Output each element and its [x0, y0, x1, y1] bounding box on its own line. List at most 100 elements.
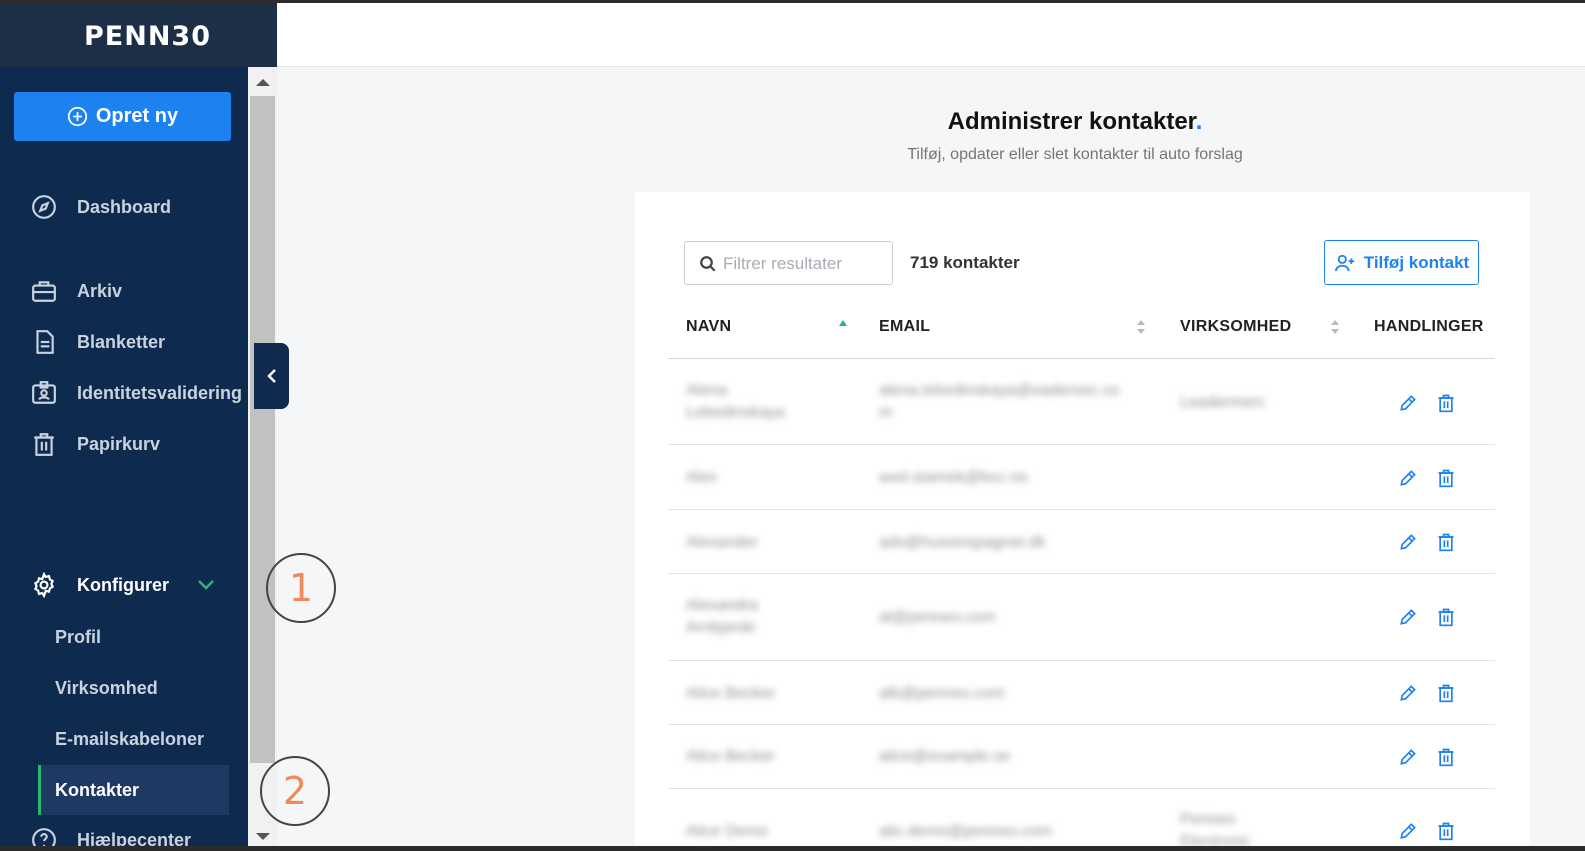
- contact-name-line: Alice Becker: [686, 685, 775, 702]
- sidebar-subitem-emailskabeloner[interactable]: E-mailskabeloner: [55, 721, 204, 757]
- contact-email-line: m: [879, 404, 893, 421]
- contact-email-cell: alb@penneo.com: [879, 683, 1005, 705]
- sort-ascending-icon[interactable]: [838, 319, 848, 333]
- contact-name-cell: Alice Demo: [686, 821, 768, 843]
- contact-name-cell: Alexander: [686, 532, 758, 554]
- create-new-label: Opret ny: [95, 105, 179, 127]
- penneo-logo[interactable]: PENN30: [84, 21, 211, 52]
- contact-email-line: alb@penneo.com: [879, 685, 1005, 702]
- sidebar-item-label: Papirkurv: [77, 433, 161, 454]
- sidebar-subitem-profil[interactable]: Profil: [55, 619, 101, 655]
- sidebar-item-konfigurer[interactable]: Konfigurer: [0, 565, 248, 605]
- row-divider: [668, 444, 1495, 445]
- plus-circle-icon: [67, 106, 87, 127]
- contact-name-line: Alexandra: [686, 597, 759, 614]
- contact-name-cell: Alexandra Arnbjarde: [686, 595, 758, 639]
- contact-name-cell: Alice Becker: [686, 746, 775, 768]
- sidebar-item-dashboard[interactable]: Dashboard: [0, 187, 248, 227]
- row-divider: [668, 660, 1495, 661]
- delete-trash-icon[interactable]: [1436, 393, 1456, 413]
- search-icon: [700, 256, 716, 272]
- contact-name-line: Alice Demo: [686, 823, 768, 840]
- contact-name-line: Alice Becker: [686, 748, 775, 765]
- sidebar: Opret ny Dashboard Arkiv Blanketter Iden…: [0, 0, 248, 851]
- callout-marker-1: 1: [266, 553, 336, 623]
- contact-email-line: alic.demo@penneo.com: [879, 823, 1052, 840]
- delete-trash-icon[interactable]: [1436, 821, 1456, 841]
- contact-name-cell: Alex: [686, 467, 717, 489]
- contact-email-cell: alice@example.se: [879, 746, 1010, 768]
- table-header-divider: [668, 358, 1495, 359]
- contact-name-line: Alexander: [686, 534, 759, 551]
- sidebar-item-label: Konfigurer: [77, 574, 169, 595]
- contact-email-line: ads@hussinspagnet.dk: [879, 534, 1046, 551]
- row-divider: [668, 724, 1495, 725]
- id-card-icon: [30, 379, 58, 407]
- sidebar-scrollbar-thumb[interactable]: [250, 96, 275, 763]
- contact-name-cell: Alice Becker: [686, 683, 775, 705]
- sidebar-item-arkiv[interactable]: Arkiv: [0, 271, 248, 311]
- edit-pencil-icon[interactable]: [1398, 747, 1418, 767]
- column-header-handlinger: HANDLINGER: [1374, 318, 1484, 335]
- sidebar-subitem-kontakter[interactable]: Kontakter: [38, 765, 229, 815]
- sidebar-item-papirkurv[interactable]: Papirkurv: [0, 424, 248, 464]
- sort-icon[interactable]: [1330, 320, 1340, 334]
- sidebar-item-label: Blanketter: [77, 331, 166, 352]
- sidebar-item-blanketter[interactable]: Blanketter: [0, 322, 248, 362]
- column-header-navn[interactable]: NAVN: [686, 318, 731, 336]
- filter-search-input[interactable]: [723, 252, 883, 276]
- column-header-email[interactable]: EMAIL: [879, 318, 930, 336]
- sidebar-item-label: Identitetsvalidering: [77, 382, 243, 403]
- add-contact-button[interactable]: Tilføj kontakt: [1324, 240, 1479, 285]
- contact-email-cell: axel.stamek@bcc.no: [879, 467, 1028, 489]
- contact-email-line: alena.lebedinskaya@eadersec.co: [879, 382, 1120, 399]
- edit-pencil-icon[interactable]: [1398, 821, 1418, 841]
- page-title-text: Administrer kontakter: [947, 108, 1196, 135]
- briefcase-icon: [30, 277, 58, 305]
- edit-pencil-icon[interactable]: [1398, 468, 1418, 488]
- contact-name-cell: Alena Lebedinskaya: [686, 380, 785, 424]
- sidebar-subitem-virksomhed[interactable]: Virksomhed: [55, 670, 158, 706]
- delete-trash-icon[interactable]: [1436, 532, 1456, 552]
- callout-marker-2: 2: [260, 756, 330, 826]
- delete-trash-icon[interactable]: [1436, 607, 1456, 627]
- page-title: Administrer kontakter.: [640, 108, 1510, 136]
- contact-name-line: Arnbjarde: [686, 619, 756, 636]
- sidebar-collapse-button[interactable]: [254, 343, 289, 409]
- contact-company-line: Penneo: [1180, 811, 1236, 828]
- window-bottom-border: [0, 846, 1585, 851]
- column-header-virksomhed[interactable]: VIRKSOMHED: [1180, 318, 1291, 336]
- create-new-button[interactable]: Opret ny: [14, 92, 231, 141]
- delete-trash-icon[interactable]: [1436, 683, 1456, 703]
- delete-trash-icon[interactable]: [1436, 747, 1456, 767]
- add-user-icon: [1334, 254, 1354, 271]
- contact-company-line: Leadermerc: [1180, 394, 1266, 411]
- sidebar-item-identitetsvalidering[interactable]: Identitetsvalidering: [0, 373, 248, 413]
- scroll-up-arrow-icon[interactable]: [256, 79, 270, 86]
- contact-email-line: axel.stamek@bcc.no: [879, 469, 1028, 486]
- page-subtitle: Tilføj, opdater eller slet kontakter til…: [907, 146, 1243, 163]
- sidebar-item-label: Arkiv: [77, 280, 123, 301]
- chevron-down-icon: [198, 580, 214, 590]
- contact-name-line: Alex: [686, 469, 718, 486]
- add-contact-label: Tilføj kontakt: [1363, 252, 1470, 272]
- sort-icon[interactable]: [1136, 320, 1146, 334]
- delete-trash-icon[interactable]: [1436, 468, 1456, 488]
- compass-icon: [30, 193, 58, 221]
- edit-pencil-icon[interactable]: [1398, 393, 1418, 413]
- contact-name-line: Lebedinskaya: [686, 404, 785, 421]
- document-icon: [30, 328, 58, 356]
- edit-pencil-icon[interactable]: [1398, 683, 1418, 703]
- row-divider: [668, 573, 1495, 574]
- contact-email-line: al@penneo.com: [879, 609, 996, 626]
- filter-search-field[interactable]: [684, 241, 893, 285]
- window-top-border: [0, 0, 1585, 3]
- gear-icon: [30, 571, 58, 599]
- contact-name-line: Alena: [686, 382, 727, 399]
- contact-email-cell: alena.lebedinskaya@eadersec.co m: [879, 380, 1119, 424]
- sidebar-subitem-label: Kontakter: [55, 780, 140, 800]
- edit-pencil-icon[interactable]: [1398, 607, 1418, 627]
- edit-pencil-icon[interactable]: [1398, 532, 1418, 552]
- scroll-down-arrow-icon[interactable]: [256, 833, 270, 840]
- page-title-dot: .: [1195, 108, 1203, 135]
